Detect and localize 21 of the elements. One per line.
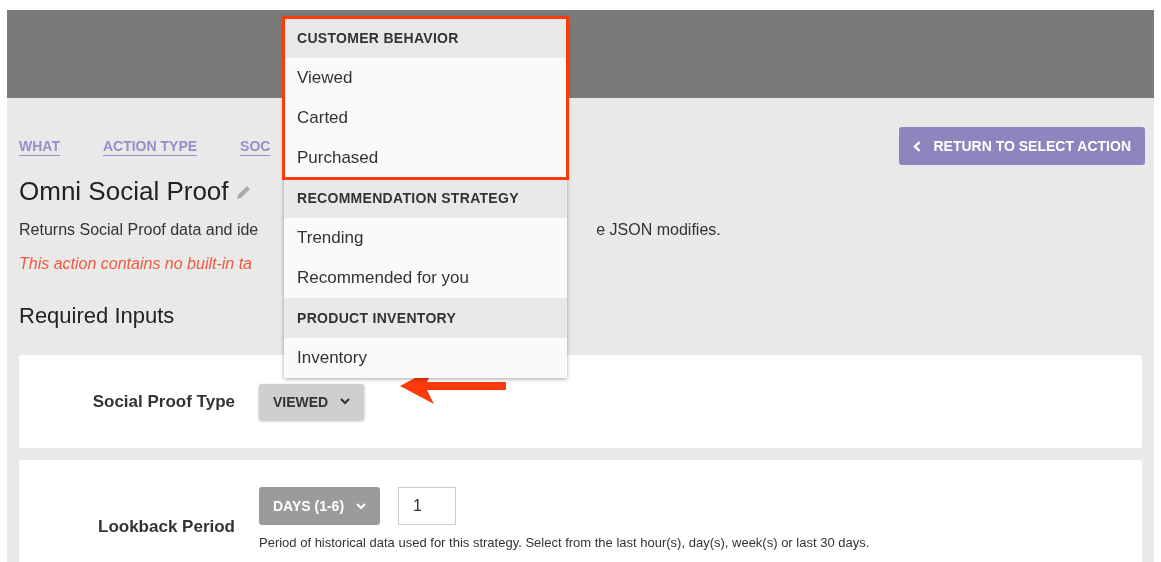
field-label: Lookback Period [97,517,236,537]
menu-item[interactable]: Inventory [284,338,567,378]
menu-item[interactable]: Viewed [284,58,567,98]
description-text: e JSON modifies. [596,221,721,239]
menu-item[interactable]: Carted [284,98,567,138]
warning-text: This action contains no built-in ta [19,255,252,273]
chevron-down-icon [356,502,367,510]
chevron-down-icon [340,398,351,405]
field-label: Social Proof Type [91,391,236,412]
menu-item[interactable]: Trending [284,218,567,258]
hint-text: Period of historical data used for this strategy. Select from the last hour(s), day(s), week(s) or last 30 days. [259,535,870,550]
page-title: Omni Social Proof [19,176,229,207]
dropdown-button[interactable]: VIEWED [259,383,365,420]
description-text: Returns Social Proof data and ide [19,221,259,239]
menu-group-header: RECOMMENDATION STRATEGY [284,178,567,218]
section-title: Required Inputs [19,303,175,329]
menu-item[interactable]: Recommended for you [284,258,567,298]
menu-group-header: PRODUCT INVENTORY [284,298,567,338]
menu-item[interactable]: Purchased [284,138,567,178]
chevron-left-icon [913,140,922,152]
menu-group-header: CUSTOMER BEHAVIOR [284,18,567,58]
